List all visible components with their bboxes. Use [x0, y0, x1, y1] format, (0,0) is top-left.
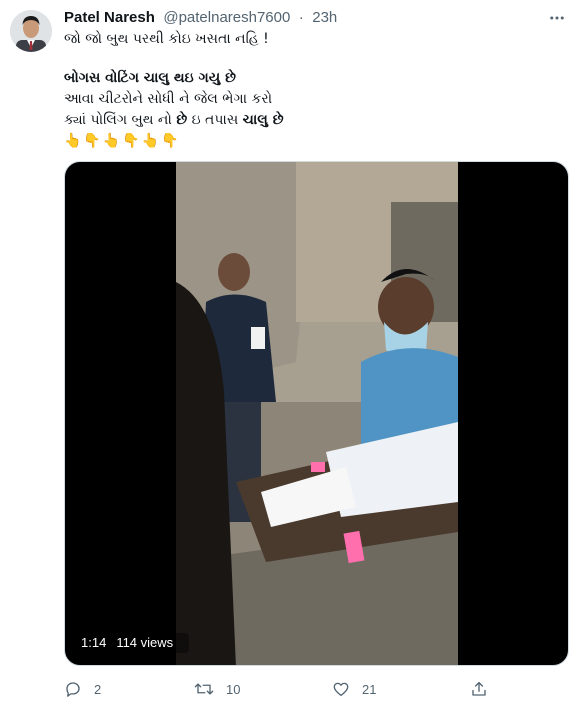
share-button[interactable]	[470, 676, 488, 702]
like-icon	[333, 682, 349, 697]
more-icon	[550, 16, 564, 20]
tweet[interactable]: Patel Naresh @patelnaresh7600 · 23h જો જ…	[0, 0, 581, 708]
timestamp[interactable]: 23h	[312, 9, 337, 26]
retweet-icon	[194, 683, 214, 695]
like-button[interactable]: 21	[332, 676, 376, 702]
tweet-line-4: ક્યાં પોલિંગ બુથ નો છે ઇ તપાસ ચાલુ છે	[64, 110, 569, 131]
video-player[interactable]: 1:14 114 views	[64, 161, 569, 666]
avatar[interactable]	[10, 10, 52, 52]
more-options-button[interactable]	[545, 8, 569, 28]
action-bar: 2 10 21	[64, 676, 569, 702]
reply-button[interactable]: 2	[64, 676, 101, 702]
like-count: 21	[362, 681, 377, 697]
reply-icon	[66, 682, 80, 697]
avatar-image	[10, 10, 52, 52]
video-still	[176, 162, 458, 665]
share-icon	[472, 681, 486, 696]
tweet-line-3: આવા ચીટરોને સોધી ને જેલ ભેગા કરો	[64, 91, 273, 107]
video-stats: 1:14 114 views	[75, 633, 190, 653]
video-frame[interactable]	[176, 162, 458, 665]
author-handle[interactable]: @patelnaresh7600	[163, 9, 290, 26]
separator-dot: ·	[298, 9, 304, 26]
video-views: 114 views	[116, 635, 174, 650]
tweet-text: જો જો બુથ પરથી કોઇ ખસતા નહિ ! બોગસ વોટિં…	[64, 29, 569, 152]
tweet-header: Patel Naresh @patelnaresh7600 · 23h	[64, 9, 337, 27]
emoji-row: 👆👇👆👇👆👇	[64, 133, 181, 149]
tweet-line-4-part-1: ક્યાં પોલિંગ બુથ નો	[64, 112, 177, 128]
tweet-line-4-bold-1: છે	[176, 112, 188, 128]
author-name[interactable]: Patel Naresh	[64, 9, 155, 26]
tweet-line-4-bold-2: ચાલુ છે	[242, 112, 284, 128]
tweet-line-4-part-2: ઇ તપાસ	[187, 112, 243, 128]
retweet-count: 10	[226, 681, 241, 697]
retweet-button[interactable]: 10	[194, 676, 240, 702]
tweet-line-2: બોગસ વોટિંગ ચાલુ થઇ ગયુ છે	[64, 70, 236, 86]
video-duration: 1:14	[81, 635, 107, 650]
reply-count: 2	[94, 681, 102, 697]
tweet-line-1: જો જો બુથ પરથી કોઇ ખસતા નહિ !	[64, 31, 269, 47]
